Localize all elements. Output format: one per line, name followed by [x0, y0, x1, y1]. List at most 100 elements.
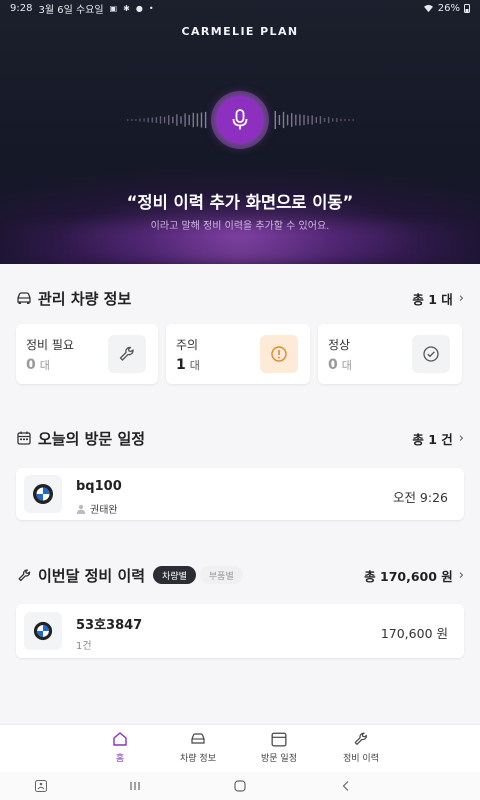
- microphone-icon: [232, 109, 248, 130]
- vehicles-title: 관리 차량 정보: [38, 289, 132, 308]
- chevron-right-icon: ›: [458, 290, 464, 306]
- home-circle-icon: [234, 780, 246, 792]
- waveform-bar: [184, 113, 186, 127]
- accessibility-button[interactable]: [31, 778, 51, 794]
- waveform-bar: [176, 114, 178, 126]
- system-navigation-bar: [0, 772, 480, 800]
- nav-home-label: 홈: [115, 754, 125, 764]
- wrench-icon: [16, 567, 32, 583]
- calendar-icon: [271, 732, 287, 747]
- nav-visits-label: 방문 일정: [261, 754, 297, 764]
- waveform-bar: [319, 116, 322, 124]
- chevron-right-icon: ›: [458, 430, 464, 446]
- history-plate: 53호3847: [76, 618, 143, 633]
- waveform-bar: [332, 118, 334, 122]
- status-date: 3월 6일 수요일: [38, 4, 104, 16]
- waveform-bar: [340, 118, 342, 122]
- history-total-link[interactable]: 총 170,600 원 ›: [364, 566, 464, 585]
- waveform-bar: [291, 113, 293, 127]
- calendar-icon: [16, 430, 32, 446]
- waveform-bar: [127, 119, 129, 121]
- waveform-bar: [192, 112, 194, 128]
- waveform-bar: [352, 119, 354, 121]
- waveform-bar: [168, 115, 170, 125]
- bmw-logo: [24, 475, 62, 513]
- battery-icon: [464, 4, 470, 13]
- waveform-bar: [131, 119, 133, 121]
- home-icon: [113, 732, 127, 746]
- wrench-icon: [354, 732, 367, 745]
- car-icon: [191, 733, 205, 744]
- visit-time: 오전 9:26: [392, 490, 448, 505]
- stat-card-needs-service[interactable]: 정비 필요 0대: [16, 324, 158, 384]
- bmw-logo: [24, 612, 62, 650]
- waveform-bar: [307, 115, 309, 125]
- waveform-bar: [139, 118, 141, 122]
- nav-history[interactable]: 정비 이력: [321, 731, 401, 764]
- stat-card-normal[interactable]: 정상 0대: [318, 324, 462, 384]
- brand-logo: CARMELIE PLAN: [181, 25, 299, 38]
- bulb-icon: ●: [135, 3, 143, 13]
- visit-list-item[interactable]: bq100 권태완 오전 9:26: [16, 468, 464, 520]
- waveform-bar: [344, 118, 346, 122]
- mic-button[interactable]: [216, 96, 264, 144]
- recent-apps-button[interactable]: [125, 778, 145, 794]
- recent-apps-icon: [130, 782, 140, 790]
- check-circle-icon: [412, 335, 450, 373]
- stat-card-caution[interactable]: 주의 1대: [166, 324, 310, 384]
- waveform-bar: [159, 116, 162, 124]
- waveform-bar: [348, 119, 350, 121]
- visits-total: 총 1 건: [412, 431, 453, 447]
- waveform-bar: [323, 117, 326, 123]
- vehicles-section-header[interactable]: 관리 차량 정보 총 1 대 ›: [16, 286, 464, 310]
- waveform-bar: [147, 117, 149, 123]
- voice-hero: 9:28 3월 6일 수요일 ▣ ✱ ● • 26% CARMELIE PLAN…: [0, 0, 480, 264]
- waveform-bar: [299, 114, 301, 126]
- wrench-icon: [108, 335, 146, 373]
- history-amount: 170,600 원: [380, 626, 448, 641]
- person-icon: [76, 504, 86, 514]
- dot-icon: •: [148, 3, 154, 13]
- stat-label: 정상: [328, 338, 351, 352]
- stat-value: 1대: [176, 357, 200, 373]
- car-icon: [16, 290, 32, 306]
- battery-level: 26%: [437, 2, 460, 14]
- history-count: 1건: [76, 641, 92, 652]
- bottom-navigation: 홈 차량 정보 방문 일정 정비 이력: [0, 724, 480, 772]
- visits-section-header[interactable]: 오늘의 방문 일정 총 1 건 ›: [16, 426, 464, 450]
- visits-title: 오늘의 방문 일정: [38, 429, 146, 448]
- nav-vehicles-label: 차량 정보: [180, 754, 216, 764]
- nav-vehicles[interactable]: 차량 정보: [158, 731, 238, 764]
- waveform-bar: [278, 114, 281, 126]
- back-icon: [342, 781, 349, 791]
- nav-visits[interactable]: 방문 일정: [239, 731, 319, 764]
- waveform-bar: [311, 115, 313, 125]
- wifi-icon: [423, 4, 433, 12]
- waveform-bar: [204, 111, 207, 129]
- status-bar: 9:28 3월 6일 수요일 ▣ ✱ ● • 26%: [0, 0, 480, 16]
- waveform-bar: [200, 112, 203, 128]
- nav-home[interactable]: 홈: [80, 731, 160, 764]
- history-total: 총 170,600 원: [364, 568, 453, 584]
- filter-chip-by-part[interactable]: 부품별: [199, 566, 243, 584]
- waveform-bar: [151, 117, 153, 123]
- waveform-bar: [286, 114, 289, 126]
- stat-label: 주의: [176, 338, 199, 352]
- waveform-bar: [282, 111, 285, 129]
- waveform-bar: [143, 118, 145, 122]
- waveform-bar: [163, 116, 166, 124]
- voice-command-quote: “정비 이력 추가 화면으로 이동”: [126, 193, 354, 212]
- alert-icon: [260, 335, 298, 373]
- history-list-item[interactable]: 53호3847 1건 170,600 원: [16, 604, 464, 658]
- waveform-bar: [327, 116, 330, 124]
- stat-value: 0대: [328, 357, 352, 373]
- home-content: 관리 차량 정보 총 1 대 › 정비 필요 0대 주의 1대 정상 0대 오늘…: [0, 264, 480, 724]
- status-time: 9:28: [10, 2, 33, 14]
- back-button[interactable]: [336, 778, 356, 794]
- home-system-button[interactable]: [230, 778, 250, 794]
- stat-label: 정비 필요: [26, 338, 74, 352]
- settings-icon: ✱: [123, 3, 130, 13]
- nav-history-label: 정비 이력: [343, 754, 379, 764]
- history-section-header: 이번달 정비 이력 차량별 부품별 총 170,600 원 ›: [16, 563, 464, 587]
- filter-chip-by-vehicle[interactable]: 차량별: [153, 566, 196, 584]
